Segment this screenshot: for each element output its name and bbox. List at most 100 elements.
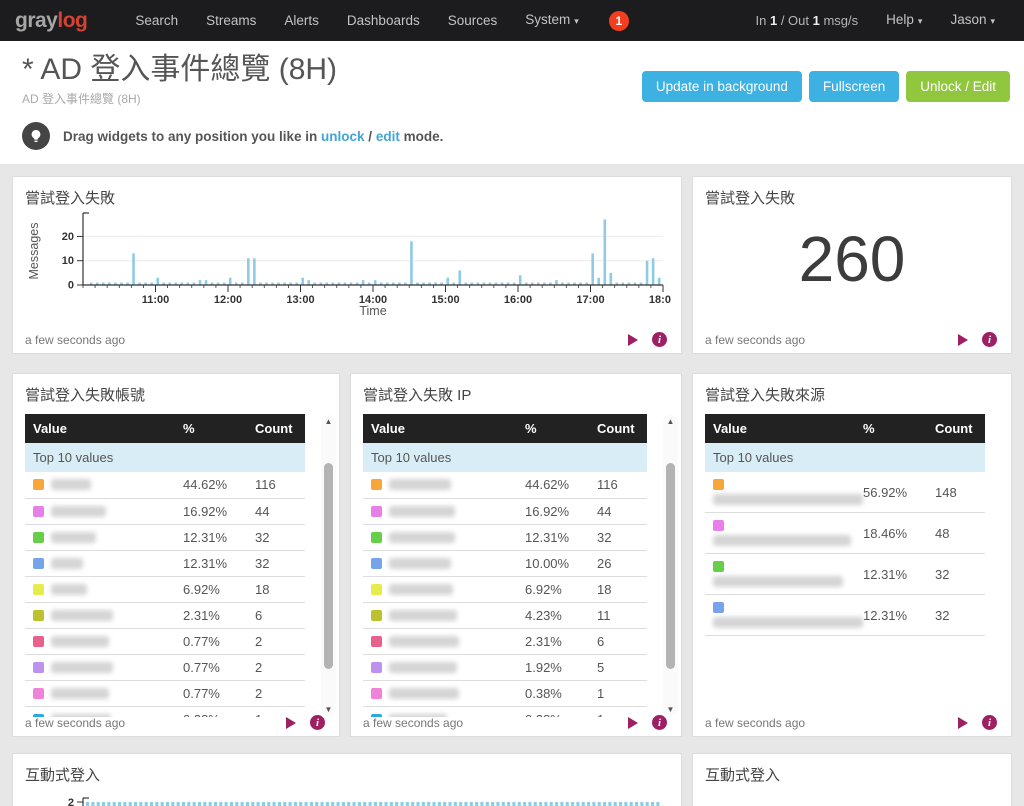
lightbulb-icon xyxy=(22,122,50,150)
widget-interactive-login-histogram: 互動式登入 2Messages xyxy=(12,753,682,806)
unlock-link[interactable]: unlock xyxy=(321,129,365,144)
table-row: 6.92% 18 xyxy=(25,576,305,603)
column-header: Count xyxy=(589,414,647,443)
nav-item-system-dropdown[interactable]: System ▾ xyxy=(511,0,593,42)
column-header: % xyxy=(855,414,927,443)
svg-text:11:00: 11:00 xyxy=(142,294,170,306)
scroll-down-icon[interactable]: ▼ xyxy=(663,705,678,714)
replay-search-icon[interactable] xyxy=(286,716,296,729)
table-row: 16.92% 44 xyxy=(363,498,647,525)
table-row: 4.23% 11 xyxy=(363,602,647,629)
table-row: 0.77% 2 xyxy=(25,628,305,655)
scroll-down-icon[interactable]: ▼ xyxy=(321,705,336,714)
color-swatch-icon xyxy=(371,479,382,491)
replay-search-icon[interactable] xyxy=(958,333,968,346)
nav-item-dashboards[interactable]: Dashboards xyxy=(333,0,434,41)
color-swatch-icon xyxy=(371,583,382,595)
percent-cell: 16.92% xyxy=(175,498,247,525)
column-header: Value xyxy=(25,414,175,443)
redacted-value xyxy=(389,687,459,699)
color-swatch-icon xyxy=(371,635,382,647)
widget-failed-login-ips: 嘗試登入失敗 IP Value% Count Top 10 values 44.62%… xyxy=(350,373,682,737)
count-value: 260 xyxy=(798,223,906,295)
svg-text:18:00: 18:00 xyxy=(649,294,671,306)
scroll-up-icon[interactable]: ▲ xyxy=(321,417,336,426)
edit-link[interactable]: edit xyxy=(376,129,400,144)
column-header: Count xyxy=(927,414,985,443)
redacted-value xyxy=(389,661,457,673)
redacted-value xyxy=(51,635,109,647)
login-failure-histogram-chart: 0102011:00 12:00 13:00 14:00 15:00 16:00 17:00… xyxy=(27,212,677,318)
widget-interactive-login: 互動式登入 xyxy=(692,753,1012,806)
update-in-background-button[interactable]: Update in background xyxy=(641,71,802,102)
chevron-down-icon: ▾ xyxy=(917,16,923,26)
table-row: 12.31% 32 xyxy=(363,524,647,551)
nav-item-search[interactable]: Search xyxy=(121,0,192,41)
table-row: 6.92% 18 xyxy=(363,576,647,603)
table-row: 10.00% 26 xyxy=(363,550,647,577)
svg-text:15:00: 15:00 xyxy=(431,294,459,306)
count-cell: 18 xyxy=(589,576,647,603)
drag-widgets-hint: Drag widgets to any position you like in… xyxy=(22,122,1002,150)
chevron-down-icon: ▾ xyxy=(574,16,579,26)
nav-item-streams[interactable]: Streams xyxy=(192,0,270,41)
table-row: 0.38%1 xyxy=(363,680,647,707)
graylog-logo[interactable]: graylog xyxy=(15,9,88,33)
color-swatch-icon xyxy=(33,479,44,491)
nav-item-user-dropdown[interactable]: Jason ▾ xyxy=(936,0,1009,42)
color-swatch-icon xyxy=(371,505,382,517)
table-row: 1.92% 5 xyxy=(363,654,647,681)
color-swatch-icon xyxy=(371,609,382,621)
nav-item-alerts[interactable]: Alerts xyxy=(270,0,333,41)
column-header: Value xyxy=(705,414,855,443)
percent-cell: 0.77% xyxy=(175,654,247,681)
percent-cell: 12.31% xyxy=(175,524,247,551)
count-cell: 32 xyxy=(927,553,985,595)
percent-cell: 12.31% xyxy=(855,594,927,636)
count-cell: 116 xyxy=(247,472,305,499)
count-cell: 44 xyxy=(589,498,647,525)
scrollbar-thumb[interactable] xyxy=(666,463,675,669)
info-icon[interactable]: i xyxy=(310,715,325,730)
color-swatch-icon xyxy=(33,661,44,673)
color-swatch-icon xyxy=(371,661,382,673)
widget-updated-text: a few seconds ago xyxy=(25,715,126,730)
percent-cell: 6.92% xyxy=(517,576,589,603)
color-swatch-icon xyxy=(371,687,382,699)
top-navbar: graylog Search Streams Alerts Dashboards… xyxy=(0,0,1024,41)
widget-updated-text: a few seconds ago xyxy=(705,715,806,730)
hint-text: Drag widgets to any position you like in… xyxy=(63,128,444,144)
count-cell: 32 xyxy=(927,594,985,636)
redacted-value xyxy=(389,531,455,543)
percent-cell: 56.92% xyxy=(855,472,927,513)
redacted-value xyxy=(51,531,96,543)
notification-badge[interactable]: 1 xyxy=(608,10,629,31)
table-row: 12.31% 32 xyxy=(705,594,985,636)
info-icon[interactable]: i xyxy=(982,332,997,347)
percent-cell: 6.92% xyxy=(175,576,247,603)
quick-values-table: Value% Count Top 10 values 44.62% 116 16.92% 4… xyxy=(25,414,305,717)
scrollbar-thumb[interactable] xyxy=(324,463,333,669)
percent-cell: 12.31% xyxy=(175,550,247,577)
info-icon[interactable]: i xyxy=(652,332,667,347)
table-row: 16.92% 44 xyxy=(25,498,305,525)
widget-title: 嘗試登入失敗 xyxy=(25,190,116,207)
redacted-value xyxy=(389,635,459,647)
redacted-value xyxy=(713,576,843,587)
replay-search-icon[interactable] xyxy=(628,333,638,346)
table-scrollbar[interactable]: ▲ ▼ xyxy=(663,415,678,716)
widget-updated-text: a few seconds ago xyxy=(705,332,806,347)
unlock-edit-button[interactable]: Unlock / Edit xyxy=(906,71,1010,102)
color-swatch-icon xyxy=(713,520,724,531)
fullscreen-button[interactable]: Fullscreen xyxy=(808,71,900,102)
table-scrollbar[interactable]: ▲ ▼ xyxy=(321,415,336,716)
replay-search-icon[interactable] xyxy=(958,716,968,729)
scroll-up-icon[interactable]: ▲ xyxy=(663,417,678,426)
percent-cell: 12.31% xyxy=(855,553,927,595)
info-icon[interactable]: i xyxy=(982,715,997,730)
count-cell: 148 xyxy=(927,472,985,513)
nav-item-sources[interactable]: Sources xyxy=(434,0,512,41)
nav-item-help-dropdown[interactable]: Help ▾ xyxy=(872,0,936,42)
replay-search-icon[interactable] xyxy=(628,716,638,729)
info-icon[interactable]: i xyxy=(652,715,667,730)
